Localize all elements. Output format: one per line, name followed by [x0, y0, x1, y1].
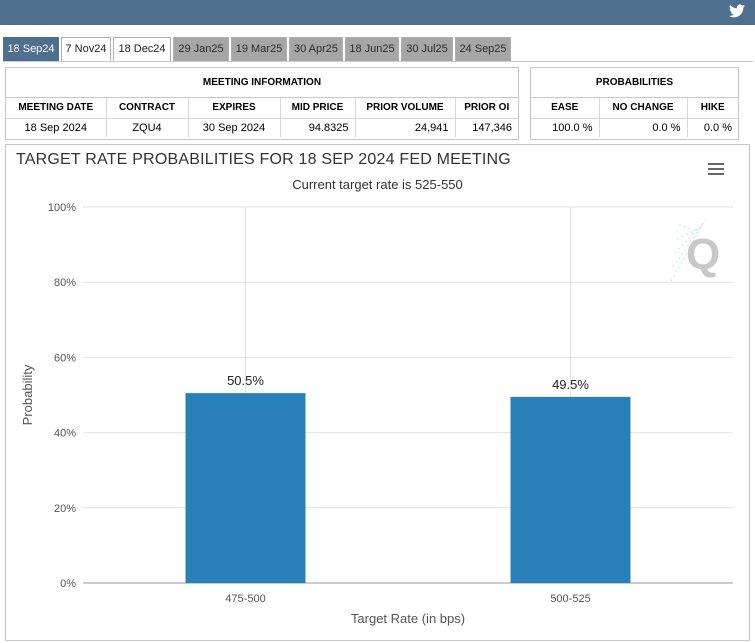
meeting-date-value: 18 Sep 2024: [6, 118, 107, 137]
tab-24-sep25[interactable]: 24 Sep25: [455, 37, 511, 61]
svg-text:Q: Q: [686, 230, 720, 279]
y-tick-label: 80%: [54, 277, 76, 289]
tab-18-dec24[interactable]: 18 Dec24: [113, 37, 171, 61]
hike-value: 0.0 %: [703, 121, 732, 134]
x-axis-title: Target Rate (in bps): [351, 611, 465, 626]
col-prior-oi: PRIOR OI: [455, 98, 518, 119]
col-prior-volume: PRIOR VOLUME: [355, 98, 456, 119]
tab-7-nov24[interactable]: 7 Nov24: [61, 37, 111, 61]
twitter-icon[interactable]: [729, 4, 745, 18]
col-expires: EXPIRES: [188, 98, 281, 119]
meeting-tabs: 18 Sep24 7 Nov24 18 Dec24 29 Jan25 19 Ma…: [3, 36, 753, 62]
meeting-information-panel: MEETING INFORMATION MEETING DATE CONTRAC…: [5, 67, 519, 140]
meeting-information-table: MEETING DATE CONTRACT EXPIRES MID PRICE …: [6, 98, 518, 137]
bar: [510, 396, 631, 583]
ease-value: 100.0 %: [531, 118, 600, 137]
bar: [185, 393, 306, 583]
chart-plot-area: Q 0% 20% 40% 60% 80% 100% 50.5% 475-500 49.5% 500-…: [20, 202, 733, 626]
tab-30-apr25[interactable]: 30 Apr25: [289, 37, 343, 61]
col-no-change: NO CHANGE: [599, 98, 688, 119]
data-label: 49.5%: [552, 377, 589, 392]
meeting-information-title: MEETING INFORMATION: [6, 68, 518, 98]
x-tick-label: 475-500: [225, 593, 265, 605]
target-rate-chart: TARGET RATE PROBABILITIES FOR 18 SEP 202…: [5, 144, 750, 641]
no-change-value: 0.0 %: [599, 118, 688, 137]
y-tick-label: 100%: [48, 202, 76, 214]
table-row: 100.0 % 0.0 % 0.0 %: [531, 118, 738, 137]
col-hike: HIKE: [687, 98, 738, 119]
table-row: 18 Sep 2024 ZQU4 30 Sep 2024 94.8325 24,…: [6, 118, 518, 137]
quikstrike-q-logo: Q: [670, 218, 720, 282]
probabilities-table: EASE NO CHANGE HIKE 100.0 % 0.0 % 0.0 %: [531, 98, 738, 137]
expires-value: 30 Sep 2024: [188, 118, 281, 137]
top-banner: [0, 0, 755, 25]
probabilities-title: PROBABILITIES: [531, 68, 738, 98]
col-ease: EASE: [531, 98, 600, 119]
probabilities-panel: PROBABILITIES EASE NO CHANGE HIKE 100.0 …: [530, 67, 739, 140]
col-contract: CONTRACT: [106, 98, 189, 119]
tab-30-jul25[interactable]: 30 Jul25: [401, 37, 453, 61]
tab-29-jan25[interactable]: 29 Jan25: [173, 37, 229, 61]
y-axis-title: Probability: [20, 364, 35, 425]
y-tick-label: 40%: [54, 428, 76, 440]
data-label: 50.5%: [227, 373, 264, 388]
y-tick-label: 0%: [60, 578, 76, 590]
y-tick-label: 60%: [54, 352, 76, 364]
tab-18-jun25[interactable]: 18 Jun25: [345, 37, 399, 61]
x-tick-label: 500-525: [550, 593, 590, 605]
prior-oi-value: 147,346: [472, 121, 512, 134]
tab-19-mar25[interactable]: 19 Mar25: [231, 37, 287, 61]
mid-price-value: 94.8325: [280, 118, 356, 137]
prior-volume-value: 24,941: [355, 118, 456, 137]
col-meeting-date: MEETING DATE: [6, 98, 107, 119]
tab-18-sep24[interactable]: 18 Sep24: [3, 37, 59, 61]
col-mid-price: MID PRICE: [280, 98, 356, 119]
y-tick-label: 20%: [54, 503, 76, 515]
contract-value: ZQU4: [106, 118, 189, 137]
